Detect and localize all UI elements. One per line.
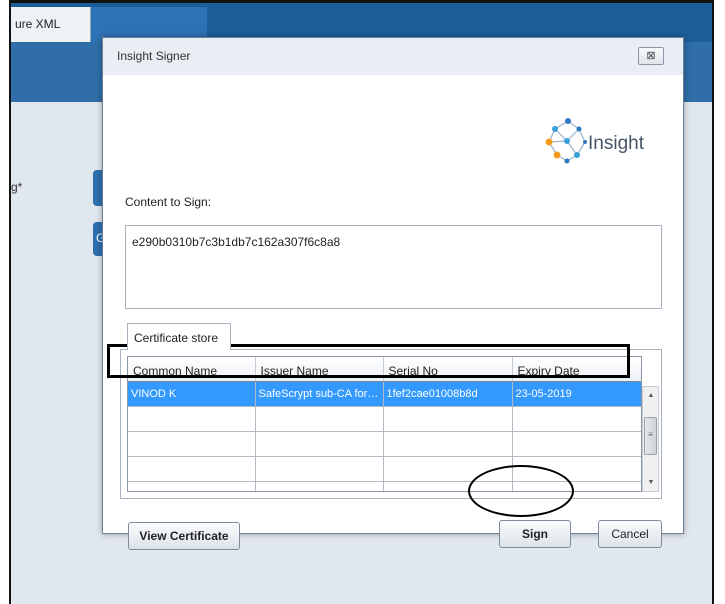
table-row[interactable] — [128, 481, 641, 491]
table-cell — [128, 406, 256, 432]
sign-button[interactable]: Sign — [499, 520, 571, 548]
certificate-store-panel: Common Name Issuer Name Serial No Expiry… — [120, 349, 662, 499]
table-cell: SafeScrypt sub-CA for R... — [255, 381, 384, 407]
scroll-thumb[interactable]: ≡ — [644, 417, 657, 455]
table-row[interactable] — [128, 431, 641, 457]
table-cell: 23-05-2019 — [512, 381, 641, 407]
table-cell: 1fef2cae01008b8d — [383, 381, 513, 407]
certificate-table: Common Name Issuer Name Serial No Expiry… — [127, 356, 642, 492]
content-to-sign-label: Content to Sign: — [125, 195, 212, 209]
dialog-titlebar[interactable]: Insight Signer ⊠ — [103, 38, 683, 75]
background-field-label: g* — [11, 180, 23, 194]
cancel-button[interactable]: Cancel — [598, 520, 662, 548]
table-row[interactable] — [128, 456, 641, 482]
tab-certificate-store[interactable]: Certificate store — [127, 323, 231, 350]
table-cell — [383, 431, 513, 457]
table-cell — [255, 481, 384, 491]
table-cell — [255, 456, 384, 482]
table-cell — [512, 456, 641, 482]
table-cell — [255, 431, 384, 457]
table-cell — [512, 406, 641, 432]
scroll-down-arrow-icon[interactable]: ▼ — [646, 479, 656, 486]
background-app: ure XML g* G Insight Signer ⊠ Insight Co… — [9, 0, 714, 604]
table-cell — [128, 431, 256, 457]
scroll-up-arrow-icon[interactable]: ▲ — [646, 392, 656, 399]
insight-logo-text: Insight — [588, 133, 644, 154]
insight-logo-icon — [545, 118, 587, 164]
table-vertical-scrollbar[interactable]: ▲ ≡ ▼ — [642, 386, 659, 492]
table-row[interactable] — [128, 406, 641, 432]
table-cell — [128, 481, 256, 491]
dialog-title: Insight Signer — [117, 49, 191, 63]
column-header-common-name[interactable]: Common Name — [128, 357, 256, 382]
insight-signer-dialog: Insight Signer ⊠ Insight Content to Sign… — [102, 37, 684, 550]
column-header-issuer-name[interactable]: Issuer Name — [255, 357, 384, 382]
table-cell: VINOD K — [128, 381, 256, 407]
table-cell — [383, 406, 513, 432]
table-row[interactable]: VINOD K SafeScrypt sub-CA for R... 1fef2… — [128, 381, 641, 407]
background-tab-label: ure XML — [15, 17, 61, 31]
view-certificate-button[interactable]: View Certificate — [128, 522, 240, 550]
table-cell — [383, 456, 513, 482]
table-header-row: Common Name Issuer Name Serial No Expiry… — [128, 357, 641, 382]
table-cell — [128, 456, 256, 482]
dialog-body: Insight Content to Sign: e290b0310b7c3b1… — [103, 75, 683, 550]
content-to-sign-textarea[interactable]: e290b0310b7c3b1db7c162a307f6c8a8 — [125, 225, 662, 309]
table-cell — [383, 481, 513, 491]
table-cell — [255, 406, 384, 432]
close-button[interactable]: ⊠ — [638, 47, 664, 65]
column-header-expiry-date[interactable]: Expiry Date — [512, 357, 641, 382]
column-header-serial-no[interactable]: Serial No — [383, 357, 513, 382]
table-cell — [512, 481, 641, 491]
background-tab-xml[interactable]: ure XML — [11, 7, 91, 42]
table-cell — [512, 431, 641, 457]
